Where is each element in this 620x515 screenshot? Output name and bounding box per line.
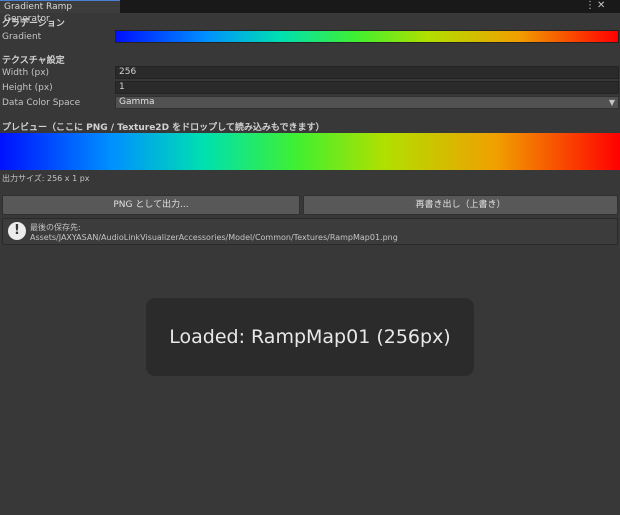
kebab-menu-icon[interactable]: ⋮ bbox=[585, 0, 595, 13]
last-saved-title: 最後の保存先: bbox=[30, 223, 81, 232]
last-saved-helpbox: ! 最後の保存先: Assets/JAXYASAN/AudioLinkVisua… bbox=[2, 218, 618, 245]
last-saved-path: Assets/JAXYASAN/AudioLinkVisualizerAcces… bbox=[30, 233, 398, 242]
preview-section-heading: プレビュー（ここに PNG / Texture2D をドロップして読み込みもでき… bbox=[2, 123, 325, 133]
gradient-preview[interactable] bbox=[0, 133, 620, 170]
color-space-value: Gamma bbox=[119, 97, 155, 107]
title-bar: Gradient Ramp Generator ⋮ ✕ bbox=[0, 0, 620, 24]
width-label: Width (px) bbox=[2, 68, 50, 78]
close-icon[interactable]: ✕ bbox=[597, 0, 605, 13]
texture-section-heading: テクスチャ設定 bbox=[2, 56, 65, 66]
color-space-dropdown[interactable]: Gamma ▼ bbox=[115, 96, 619, 109]
width-input[interactable]: 256 bbox=[115, 66, 619, 79]
output-size-text: 出力サイズ: 256 x 1 px bbox=[2, 174, 90, 183]
export-png-button[interactable]: PNG として出力... bbox=[2, 195, 300, 215]
color-space-label: Data Color Space bbox=[2, 98, 81, 108]
info-exclamation-icon: ! bbox=[8, 222, 26, 240]
window-tab[interactable]: Gradient Ramp Generator bbox=[0, 0, 120, 24]
dropdown-arrow-icon: ▼ bbox=[608, 98, 615, 107]
height-input[interactable]: 1 bbox=[115, 81, 619, 94]
height-label: Height (px) bbox=[2, 83, 53, 93]
gradient-field[interactable] bbox=[115, 30, 619, 43]
gradient-label: Gradient bbox=[2, 32, 42, 42]
loaded-toast: Loaded: RampMap01 (256px) bbox=[146, 298, 474, 376]
overwrite-button[interactable]: 再書き出し（上書き） bbox=[303, 195, 618, 215]
gradient-section-heading: グラデーション bbox=[2, 19, 65, 29]
